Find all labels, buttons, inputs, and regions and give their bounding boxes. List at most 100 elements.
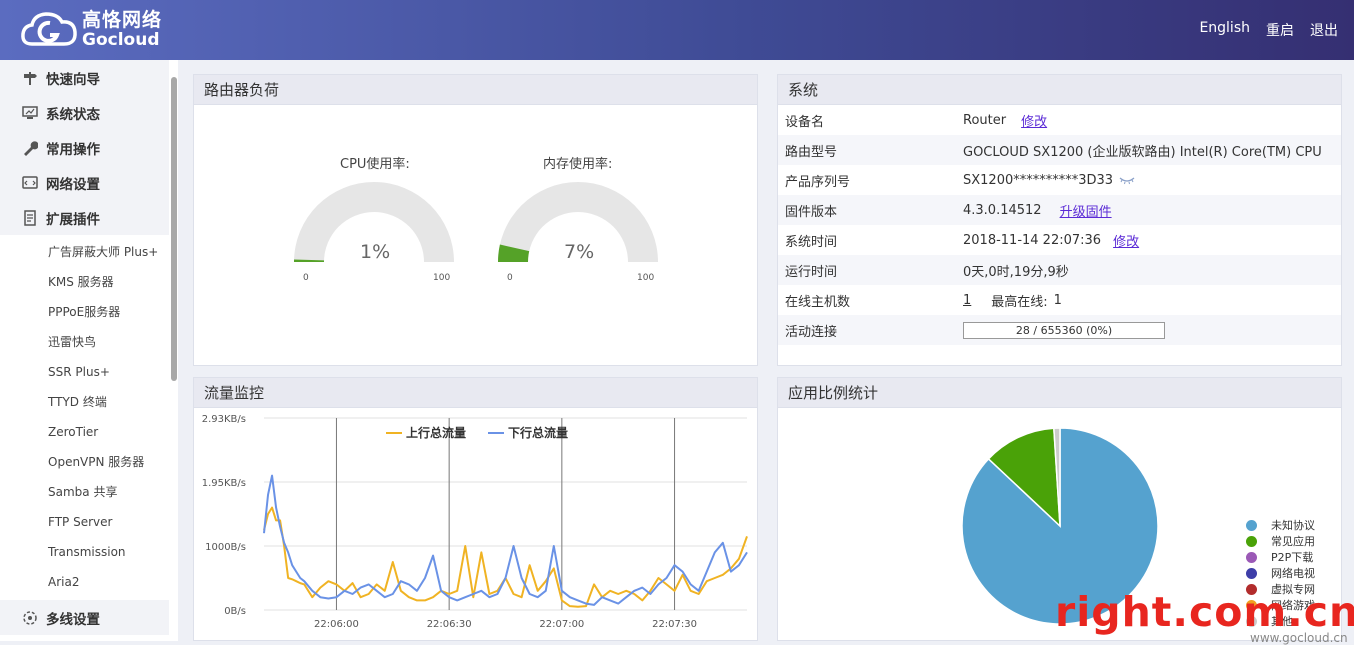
- x-tick-label: 22:06:00: [314, 619, 359, 630]
- reboot-link[interactable]: 重启: [1266, 20, 1294, 40]
- mem-gauge-min: 0: [507, 273, 513, 283]
- edit-time-link[interactable]: 修改: [1113, 231, 1139, 250]
- sidebar: 快速向导 系统状态 常用操作 网络设置 扩展插件 广告屏蔽大师 Plus+ KM…: [0, 60, 178, 641]
- y-tick-label: 2.93KB/s: [202, 414, 246, 425]
- watermark-text: right.com.cn: [1055, 588, 1354, 636]
- logout-link[interactable]: 退出: [1310, 20, 1338, 40]
- active-connections-value: 28 / 655360 (0%): [1015, 323, 1113, 337]
- submenu-item[interactable]: 广告屏蔽大师 Plus+: [0, 237, 178, 267]
- multiline-icon: [22, 610, 38, 626]
- traffic-line-chart: 2.93KB/s 1.95KB/s 1000B/s 0B/s 22:06:00 22:06…: [202, 414, 748, 630]
- sidebar-item-plugins[interactable]: 扩展插件: [0, 200, 178, 235]
- legend-label: 未知协议: [1271, 519, 1315, 532]
- submenu-item[interactable]: Transmission: [0, 537, 178, 567]
- signpost-icon: [22, 70, 38, 86]
- legend-dot: [1246, 551, 1257, 563]
- router-load-panel: 路由器负荷 CPU使用率: 1% 0 100 内存使用率: 7% 0 100: [193, 74, 758, 366]
- gocloud-logo: 高恪网络 Gocloud: [20, 9, 170, 51]
- table-row: 路由型号 GOCLOUD SX1200 (企业版软路由) Intel(R) Co…: [778, 135, 1341, 165]
- plugin-icon: [22, 209, 38, 226]
- submenu-item[interactable]: Samba 共享: [0, 477, 178, 507]
- system-panel: 系统 设备名 Router 修改 路由型号 GOCLOUD SX1200 (企业…: [777, 74, 1342, 366]
- eye-closed-icon[interactable]: [1119, 175, 1135, 185]
- submenu-item[interactable]: ZeroTier: [0, 417, 178, 447]
- mem-gauge-value: 7%: [564, 241, 595, 263]
- legend-item[interactable]: P2P下载: [1246, 549, 1313, 565]
- table-row: 系统时间 2018-11-14 22:07:36 修改: [778, 225, 1341, 255]
- x-tick-label: 22:06:30: [427, 619, 472, 630]
- serial-value: SX1200**********3D33: [963, 172, 1114, 188]
- sidebar-submenu: 广告屏蔽大师 Plus+ KMS 服务器 PPPoE服务器 迅雷快鸟 SSR P…: [0, 235, 178, 597]
- upgrade-firmware-link[interactable]: 升级固件: [1060, 201, 1112, 220]
- legend-item[interactable]: 常见应用: [1246, 533, 1315, 549]
- sidebar-item-multiline[interactable]: 多线设置: [0, 600, 178, 635]
- max-online-value: 1: [1053, 292, 1062, 308]
- submenu-item[interactable]: KMS 服务器: [0, 267, 178, 297]
- legend-dot: [1246, 519, 1257, 531]
- online-hosts-link[interactable]: 1: [963, 293, 971, 308]
- submenu-item[interactable]: TTYD 终端: [0, 387, 178, 417]
- sidebar-item-quick-guide[interactable]: 快速向导: [0, 60, 178, 95]
- submenu-item[interactable]: PPPoE服务器: [0, 297, 178, 327]
- submenu-item[interactable]: OpenVPN 服务器: [0, 447, 178, 477]
- legend-item[interactable]: 未知协议: [1246, 517, 1315, 533]
- cpu-gauge-value: 1%: [360, 241, 391, 263]
- sidebar-item-common-ops[interactable]: 常用操作: [0, 130, 178, 165]
- legend-label: 下行总流量: [508, 425, 568, 440]
- sidebar-item-label: 快速向导: [46, 71, 100, 88]
- wrench-icon: [22, 140, 38, 156]
- table-row: 活动连接 28 / 655360 (0%): [778, 315, 1341, 345]
- panel-title: 路由器负荷: [194, 75, 757, 105]
- system-table: 设备名 Router 修改 路由型号 GOCLOUD SX1200 (企业版软路…: [778, 105, 1341, 345]
- submenu-item[interactable]: Aria2: [0, 567, 178, 597]
- sidebar-item-label: 多线设置: [46, 611, 100, 628]
- sidebar-item-network[interactable]: 网络设置: [0, 165, 178, 200]
- legend-item[interactable]: 网络电视: [1246, 565, 1315, 581]
- row-key: 固件版本: [785, 204, 838, 220]
- network-icon: [22, 175, 38, 191]
- submenu-item[interactable]: 迅雷快鸟: [0, 327, 178, 357]
- device-name-value: Router: [963, 112, 1007, 128]
- sidebar-item-system-status[interactable]: 系统状态: [0, 95, 178, 130]
- brand-en: Gocloud: [82, 30, 160, 50]
- sidebar-main-menu: 快速向导 系统状态 常用操作 网络设置 扩展插件: [0, 60, 178, 235]
- row-key: 设备名: [785, 114, 825, 130]
- panel-title: 系统: [778, 75, 1341, 105]
- brand-cn: 高恪网络: [82, 9, 163, 31]
- y-tick-label: 0B/s: [224, 606, 246, 617]
- row-key: 系统时间: [785, 234, 838, 250]
- edit-device-name-link[interactable]: 修改: [1021, 111, 1047, 130]
- panel-title: 应用比例统计: [778, 378, 1341, 408]
- sidebar-item-label: 扩展插件: [46, 211, 100, 228]
- legend-label: P2P下载: [1271, 551, 1314, 564]
- sidebar-item-label: 系统状态: [46, 106, 100, 123]
- submenu-item[interactable]: SSR Plus+: [0, 357, 178, 387]
- model-value: GOCLOUD SX1200 (企业版软路由) Intel(R) Core(TM…: [963, 144, 1322, 160]
- sidebar-scrollbar-thumb[interactable]: [171, 77, 177, 381]
- table-row: 运行时间 0天,0时,19分,9秒: [778, 255, 1341, 285]
- mem-gauge-label: 内存使用率:: [543, 157, 613, 172]
- legend-label: 常见应用: [1271, 535, 1315, 548]
- row-key: 在线主机数: [785, 294, 851, 310]
- footer-text: www.gocloud.cn: [1250, 631, 1348, 645]
- firmware-value: 4.3.0.14512: [963, 202, 1042, 218]
- sidebar-item-label: 网络设置: [46, 176, 100, 193]
- x-tick-label: 22:07:30: [652, 619, 697, 630]
- x-tick-label: 22:07:00: [539, 619, 584, 630]
- english-link[interactable]: English: [1199, 20, 1250, 40]
- max-online-label: 最高在线:: [991, 294, 1048, 310]
- legend-dot: [1246, 567, 1257, 579]
- submenu-item[interactable]: FTP Server: [0, 507, 178, 537]
- sidebar-item-label: 常用操作: [46, 141, 100, 158]
- cloud-logo-icon: [21, 12, 77, 46]
- legend-dot: [1246, 535, 1257, 547]
- table-row: 在线主机数 1 最高在线: 1: [778, 285, 1341, 315]
- sidebar-bottom-menu: 多线设置: [0, 600, 178, 635]
- y-tick-label: 1.95KB/s: [202, 478, 246, 489]
- mem-gauge-max: 100: [637, 273, 655, 283]
- top-header: 高恪网络 Gocloud English 重启 退出: [0, 0, 1354, 60]
- table-row: 固件版本 4.3.0.14512 升级固件: [778, 195, 1341, 225]
- uptime-value: 0天,0时,19分,9秒: [963, 264, 1069, 280]
- row-key: 路由型号: [785, 144, 838, 160]
- row-key: 运行时间: [785, 264, 838, 280]
